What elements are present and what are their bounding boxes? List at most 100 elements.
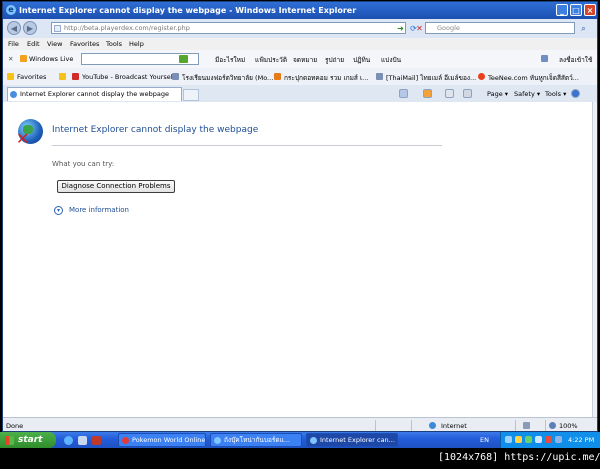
- vertical-scrollbar[interactable]: [592, 102, 597, 417]
- title-divider: [52, 145, 442, 146]
- taskbar-item-pokemon[interactable]: Pokemon World Online: [118, 433, 206, 447]
- tray-sync-icon[interactable]: [555, 436, 562, 443]
- live-link-profile[interactable]: แฟ้มประวัติ: [255, 55, 287, 65]
- add-favorite-icon[interactable]: [59, 73, 66, 80]
- search-input[interactable]: Google: [425, 22, 575, 34]
- zoom-level[interactable]: 100%: [559, 422, 578, 430]
- menu-help[interactable]: Help: [129, 40, 144, 48]
- new-tab-button[interactable]: [183, 89, 199, 101]
- ie-task-icon: [310, 437, 317, 444]
- menu-file[interactable]: File: [8, 40, 19, 48]
- home-icon[interactable]: [399, 89, 408, 98]
- live-signin[interactable]: ลงชื่อเข้าใช้: [559, 55, 592, 65]
- status-separator: [411, 420, 412, 431]
- live-link-mail[interactable]: จดหมาย: [293, 55, 317, 65]
- school-page-icon: [172, 73, 179, 80]
- pokemon-app-icon: [122, 437, 129, 444]
- page-icon: [54, 25, 61, 32]
- task-label: ถังบุ๊คโหน่ากันบอร์ดแ...: [224, 436, 290, 444]
- go-icon[interactable]: ➜: [395, 23, 406, 34]
- more-information-link[interactable]: More information: [69, 206, 129, 214]
- help-icon[interactable]: [571, 89, 580, 98]
- menu-view[interactable]: View: [47, 40, 62, 48]
- tray-messenger-icon[interactable]: [535, 436, 542, 443]
- internet-zone-icon: [429, 422, 436, 429]
- live-search-input[interactable]: [81, 53, 199, 65]
- live-link-whats-new[interactable]: มีอะไรใหม่: [215, 55, 245, 65]
- close-button[interactable]: ×: [584, 4, 596, 16]
- minimize-button[interactable]: _: [556, 4, 568, 16]
- safety-menu[interactable]: Safety ▾: [514, 90, 540, 98]
- ie-logo-icon: e: [6, 5, 16, 15]
- status-separator: [515, 420, 516, 431]
- tray-antivirus-icon[interactable]: [545, 436, 552, 443]
- close-toolbar-icon[interactable]: ✕: [8, 55, 13, 63]
- mail-icon[interactable]: [445, 89, 454, 98]
- quicklaunch-app-icon[interactable]: [92, 436, 101, 445]
- quicklaunch-desktop-icon[interactable]: [78, 436, 87, 445]
- title-bar[interactable]: e Internet Explorer cannot display the w…: [3, 2, 597, 19]
- window-title: Internet Explorer cannot display the web…: [19, 6, 357, 15]
- taskbar-item-ie-error[interactable]: Internet Explorer can...: [306, 433, 398, 447]
- tab-label: Internet Explorer cannot display the web…: [20, 90, 169, 98]
- system-tray: 4:22 PM: [500, 432, 600, 448]
- error-page-content: ✕ Internet Explorer cannot display the w…: [3, 102, 592, 417]
- task-label: Pokemon World Online: [132, 436, 206, 444]
- ie-window: e Internet Explorer cannot display the w…: [2, 1, 598, 432]
- address-bar[interactable]: http://beta.playerdex.com/register.php: [51, 22, 406, 34]
- windows-live-label: Windows Live: [29, 55, 74, 63]
- fav-item-kapook[interactable]: กระปุกดอทคอม รวม เกมส์ เ...: [284, 73, 368, 83]
- expand-chevron-icon[interactable]: ▾: [54, 206, 63, 215]
- protected-mode-icon: [523, 422, 530, 429]
- forward-arrow-icon[interactable]: ▶: [23, 21, 37, 35]
- menu-favorites[interactable]: Favorites: [70, 40, 99, 48]
- fav-item-thaimail[interactable]: [ThaiMail] ไทยเมล์ อีเมล์ของ...: [386, 73, 476, 83]
- start-button[interactable]: start: [0, 432, 56, 448]
- live-link-photos[interactable]: รูปถ่าย: [325, 55, 344, 65]
- teenee-icon: [478, 73, 485, 80]
- maximize-button[interactable]: □: [570, 4, 582, 16]
- search-placeholder: Google: [437, 24, 460, 32]
- live-link-calendar[interactable]: ปฏิทิน: [353, 55, 370, 65]
- status-bar: Done Internet 100%: [3, 417, 597, 431]
- menu-edit[interactable]: Edit: [27, 40, 40, 48]
- messenger-icon[interactable]: [541, 55, 548, 62]
- tab-row: Internet Explorer cannot display the web…: [3, 85, 597, 103]
- fav-item-school[interactable]: โรงเรียนมงฟอร์ตวิทยาลัย (Mo...: [182, 73, 273, 83]
- tools-menu[interactable]: Tools ▾: [545, 90, 566, 98]
- live-search-go-icon[interactable]: [179, 55, 188, 63]
- favorites-label[interactable]: Favorites: [17, 73, 46, 81]
- tray-volume-icon[interactable]: [515, 436, 522, 443]
- menu-tools[interactable]: Tools: [106, 40, 122, 48]
- windows-live-logo-icon: [20, 55, 27, 62]
- taskbar-item-ie-forum[interactable]: ถังบุ๊คโหน่ากันบอร์ดแ...: [210, 433, 302, 447]
- what-you-can-try-label: What you can try:: [52, 160, 115, 168]
- stop-icon[interactable]: ✕: [414, 23, 425, 34]
- favorites-star-icon: [7, 73, 14, 80]
- page-menu[interactable]: Page ▾: [487, 90, 508, 98]
- zone-label[interactable]: Internet: [441, 422, 467, 430]
- task-label: Internet Explorer can...: [320, 436, 395, 444]
- print-icon[interactable]: [463, 89, 472, 98]
- status-text: Done: [6, 422, 24, 430]
- fav-item-youtube[interactable]: YouTube - Broadcast Yourself: [82, 73, 175, 81]
- tab-error-page[interactable]: Internet Explorer cannot display the web…: [7, 87, 182, 101]
- tray-shield-icon[interactable]: [525, 436, 532, 443]
- diagnose-connection-button[interactable]: Diagnose Connection Problems: [57, 180, 175, 193]
- language-indicator[interactable]: EN: [480, 436, 489, 444]
- back-arrow-icon[interactable]: ◀: [7, 21, 21, 35]
- tray-network-icon[interactable]: [505, 436, 512, 443]
- image-caption: [1024x768] https://upic.me/: [438, 452, 600, 463]
- live-link-share[interactable]: แบ่งปัน: [381, 55, 401, 65]
- youtube-icon: [72, 73, 79, 80]
- zoom-icon: [549, 422, 556, 429]
- ie-task-icon: [214, 437, 221, 444]
- error-title: Internet Explorer cannot display the web…: [52, 125, 259, 135]
- quicklaunch-ie-icon[interactable]: [64, 436, 73, 445]
- feeds-icon[interactable]: [423, 89, 432, 98]
- search-icon[interactable]: ⌕: [578, 23, 589, 34]
- tray-clock[interactable]: 4:22 PM: [568, 436, 594, 444]
- fav-item-teenee[interactable]: TeeNee.com หันหูกเจ็ดสีสัตว์...: [488, 73, 579, 83]
- thaimail-icon: [376, 73, 383, 80]
- windows-live-toolbar: ✕ Windows Live มีอะไรใหม่ แฟ้มประวัติ จด…: [3, 50, 597, 69]
